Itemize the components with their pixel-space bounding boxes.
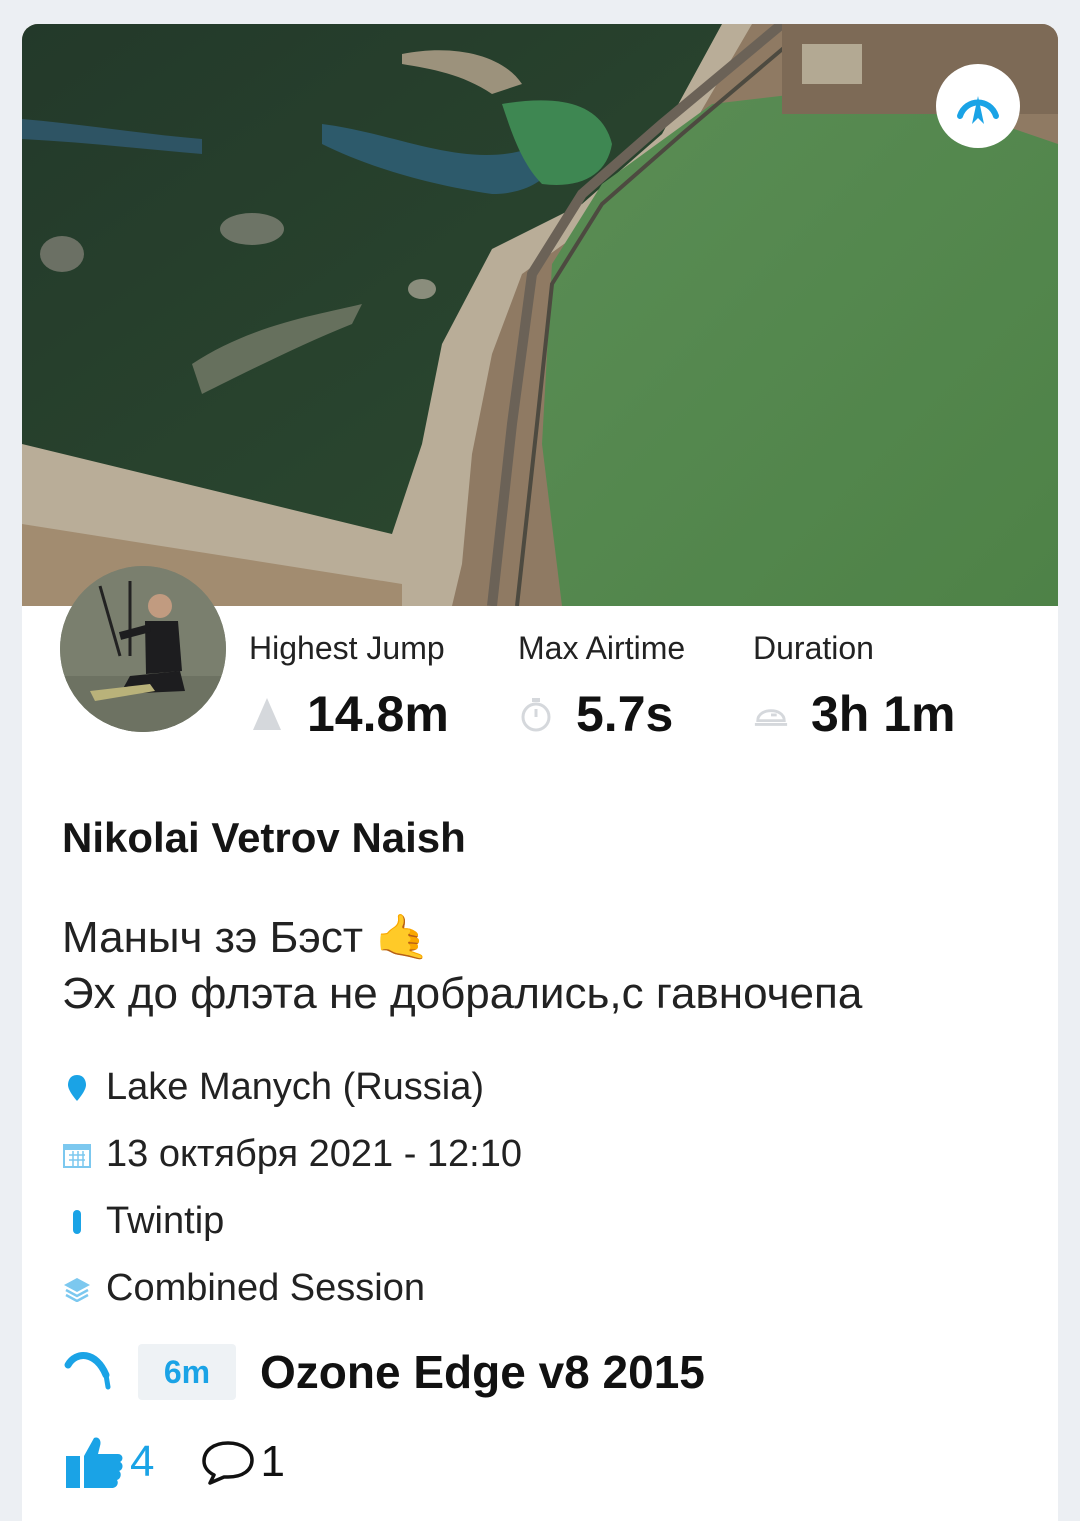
comment-bubble-icon (202, 1441, 255, 1485)
stat-label: Duration (753, 630, 874, 666)
meta-board: Twintip (62, 1200, 224, 1243)
stat-duration: Duration 3h 1m (753, 630, 956, 743)
satellite-map (22, 24, 1058, 606)
clock-icon (753, 696, 789, 732)
likes-count: 4 (130, 1437, 155, 1486)
stat-label: Max Airtime (518, 630, 686, 666)
session-description: Маныч зэ Бэст 🤙 Эх до флэта не добрались… (62, 910, 862, 1022)
session-card[interactable]: Highest Jump 14.8m Max Airtime 5.7s Dura… (22, 24, 1058, 1521)
description-line-1: Маныч зэ Бэст (62, 913, 364, 962)
layers-icon (62, 1272, 92, 1306)
stat-label: Highest Jump (249, 630, 445, 666)
thumbs-up-icon (66, 1437, 123, 1488)
location-pin-icon (62, 1071, 92, 1105)
shaka-emoji: 🤙 (375, 913, 431, 962)
meta-session-type: Combined Session (62, 1267, 425, 1310)
kite-icon (62, 1347, 114, 1398)
date-text: 13 октября 2021 - 12:10 (106, 1133, 522, 1175)
gear-row[interactable]: 6m Ozone Edge v8 2015 (62, 1344, 705, 1400)
stat-value: 3h 1m (811, 686, 956, 742)
kite-size-badge: 6m (138, 1344, 236, 1400)
avatar[interactable] (60, 566, 226, 732)
kite-logo-icon (957, 96, 999, 124)
app-logo-badge[interactable] (936, 64, 1020, 148)
calendar-icon (62, 1138, 92, 1172)
comment-button[interactable]: 1 (200, 1437, 285, 1487)
stat-value: 5.7s (576, 686, 674, 742)
mountain-icon (249, 696, 285, 732)
session-type-text: Combined Session (106, 1267, 425, 1309)
stat-value: 14.8m (307, 686, 449, 742)
comments-count: 1 (260, 1437, 285, 1486)
rider-name[interactable]: Nikolai Vetrov Naish (62, 814, 466, 862)
stopwatch-icon (518, 696, 554, 732)
stat-max-airtime: Max Airtime 5.7s (518, 630, 685, 743)
social-bar: 4 1 (62, 1432, 285, 1492)
like-button[interactable]: 4 (62, 1432, 154, 1492)
meta-date: 13 октября 2021 - 12:10 (62, 1133, 522, 1176)
location-text: Lake Manych (Russia) (106, 1066, 485, 1108)
meta-location: Lake Manych (Russia) (62, 1066, 484, 1109)
description-line-2: Эх до флэта не добрались,с гавночепа (62, 969, 863, 1018)
stat-highest-jump: Highest Jump 14.8m (249, 630, 449, 743)
board-type-text: Twintip (106, 1200, 225, 1242)
session-map[interactable] (22, 24, 1058, 606)
board-icon (62, 1205, 92, 1239)
kite-name: Ozone Edge v8 2015 (260, 1346, 705, 1398)
